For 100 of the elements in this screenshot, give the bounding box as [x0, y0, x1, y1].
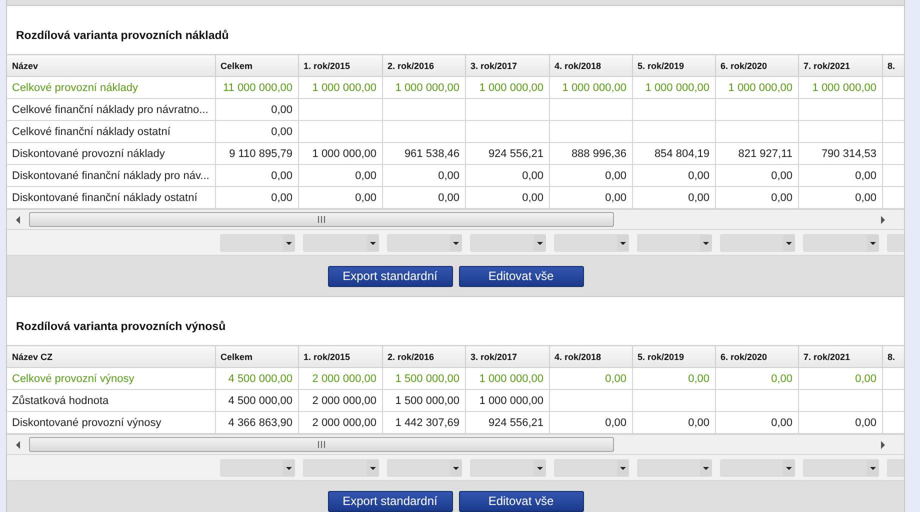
column-header[interactable]: 6. rok/2020: [715, 54, 798, 76]
table-cell: 790 314,53: [821, 148, 876, 160]
column-header[interactable]: 4. rok/2018: [549, 54, 632, 76]
caret-icon: [283, 234, 295, 250]
table-cell: 0,00: [771, 416, 792, 428]
table-cell: 0,00: [771, 372, 792, 384]
column-header[interactable]: Celkem: [215, 346, 298, 368]
table-cell: 0,00: [771, 170, 792, 182]
column-header[interactable]: 8.: [882, 346, 904, 368]
table-cell: 2 000 000,00: [312, 394, 376, 406]
table-cell: Celkové finanční náklady ostatní: [12, 126, 170, 138]
column-header[interactable]: 3. rok/2017: [465, 54, 549, 76]
scroll-right-icon[interactable]: [880, 216, 886, 224]
table-cell: Diskontované finanční náklady pro náv...: [12, 170, 210, 182]
filter-dropdown[interactable]: [720, 234, 795, 252]
table-cell: 0,00: [355, 192, 376, 204]
table-cell: 924 556,21: [488, 416, 544, 428]
table-cell: 4 500 000,00: [228, 372, 292, 384]
action-button[interactable]: Editovat vše: [458, 266, 584, 286]
table-cell: Celkové finanční náklady pro návratno...: [12, 104, 208, 116]
action-button[interactable]: Export standardní: [328, 490, 452, 512]
table-cell: 0,00: [688, 416, 710, 428]
column-header[interactable]: Název: [7, 54, 215, 76]
table-cell: Zůstatková hodnota: [12, 394, 109, 406]
table-cell: 0,00: [355, 170, 376, 182]
filter-dropdown[interactable]: [637, 234, 712, 252]
table-cell: 1 000 000,00: [312, 82, 376, 94]
column-header[interactable]: 4. rok/2018: [549, 346, 632, 368]
table-cell: Diskontované finanční náklady ostatní: [12, 192, 198, 204]
table-cell: 1 000 000,00: [395, 82, 460, 94]
table-cell: 1 000 000,00: [812, 82, 876, 94]
filter-dropdown[interactable]: [220, 234, 295, 252]
column-header[interactable]: 1. rok/2015: [298, 54, 382, 76]
filter-dropdown[interactable]: [803, 458, 879, 476]
table-cell: 0,00: [271, 104, 292, 116]
table-cell: 821 927,11: [738, 148, 792, 160]
scroll-thumb[interactable]: [29, 212, 614, 227]
filter-dropdown[interactable]: [470, 458, 546, 476]
table-cell: Diskontované provozní náklady: [12, 148, 165, 160]
table-cell: 1 000 000,00: [728, 82, 792, 94]
table-cell: 0,00: [855, 192, 876, 204]
filter-dropdown[interactable]: [803, 234, 879, 252]
column-header[interactable]: 2. rok/2016: [382, 346, 465, 368]
column-header[interactable]: Název CZ: [7, 346, 215, 368]
table-cell: 1 000 000,00: [645, 82, 710, 94]
table-cell: 1 000 000,00: [479, 372, 544, 384]
column-header[interactable]: 7. rok/2021: [798, 54, 882, 76]
grip-icon: [318, 441, 325, 448]
scroll-thumb[interactable]: [29, 437, 614, 452]
table-cell: 9 110 895,79: [229, 148, 292, 160]
filter-dropdown[interactable]: [220, 458, 295, 476]
table-cell: 2 000 000,00: [312, 416, 376, 428]
filter-dropdown[interactable]: [470, 234, 546, 252]
table-cell: 0,00: [688, 192, 710, 204]
action-button[interactable]: Editovat vše: [458, 490, 584, 512]
table-cell: 0,00: [688, 170, 710, 182]
column-header[interactable]: 1. rok/2015: [298, 346, 382, 368]
filter-dropdown[interactable]: [554, 234, 629, 252]
column-header[interactable]: 3. rok/2017: [465, 346, 549, 368]
table-cell: 1 442 307,69: [395, 416, 460, 428]
filter-dropdown[interactable]: [387, 234, 462, 252]
table-cell: 1 000 000,00: [312, 148, 376, 160]
table-cell: 0,00: [271, 192, 292, 204]
table-cell: 0,00: [855, 372, 876, 384]
table-cell: 4 366 863,90: [228, 416, 292, 428]
table-cell: 0,00: [271, 126, 292, 138]
filter-dropdown[interactable]: [637, 458, 712, 476]
filter-dropdown[interactable]: [303, 458, 379, 476]
filter-dropdown[interactable]: [303, 234, 379, 252]
caret-icon: [783, 234, 795, 250]
column-header[interactable]: 8.: [882, 54, 904, 76]
table-cell: 0,00: [855, 416, 876, 428]
column-header[interactable]: Celkem: [215, 54, 298, 76]
filter-dropdown[interactable]: [554, 458, 629, 476]
column-header[interactable]: 5. rok/2019: [632, 54, 715, 76]
table-cell: 0,00: [605, 372, 626, 384]
column-header[interactable]: 7. rok/2021: [798, 346, 882, 368]
table-cell: 1 000 000,00: [479, 82, 544, 94]
table-cell: Diskontované provozní výnosy: [12, 416, 162, 428]
table-cell: Celkové provozní náklady: [12, 82, 138, 94]
filter-dropdown[interactable]: [720, 458, 795, 476]
table-cell: 0,00: [688, 372, 710, 384]
column-header[interactable]: 5. rok/2019: [632, 346, 715, 368]
table-cell: 1 500 000,00: [395, 394, 460, 406]
horizontal-scrollbar[interactable]: [7, 434, 904, 455]
table-cell: 1 500 000,00: [395, 372, 460, 384]
table-cell: 1 000 000,00: [479, 394, 544, 406]
table-cell: 11 000 000,00: [222, 82, 292, 94]
column-header[interactable]: 6. rok/2020: [715, 346, 798, 368]
table-cell: 0,00: [522, 170, 544, 182]
horizontal-scrollbar[interactable]: [7, 209, 904, 230]
scroll-left-icon[interactable]: [15, 216, 21, 224]
filter-dropdown[interactable]: [387, 458, 462, 476]
caret-icon: [783, 460, 795, 476]
column-header[interactable]: 2. rok/2016: [382, 54, 465, 76]
action-button[interactable]: Export standardní: [328, 266, 452, 286]
section-title: Rozdílová varianta provozních nákladů: [15, 28, 230, 44]
scroll-left-icon[interactable]: [15, 440, 21, 448]
scroll-right-icon[interactable]: [880, 440, 886, 448]
table-cell: 1 000 000,00: [562, 82, 626, 94]
